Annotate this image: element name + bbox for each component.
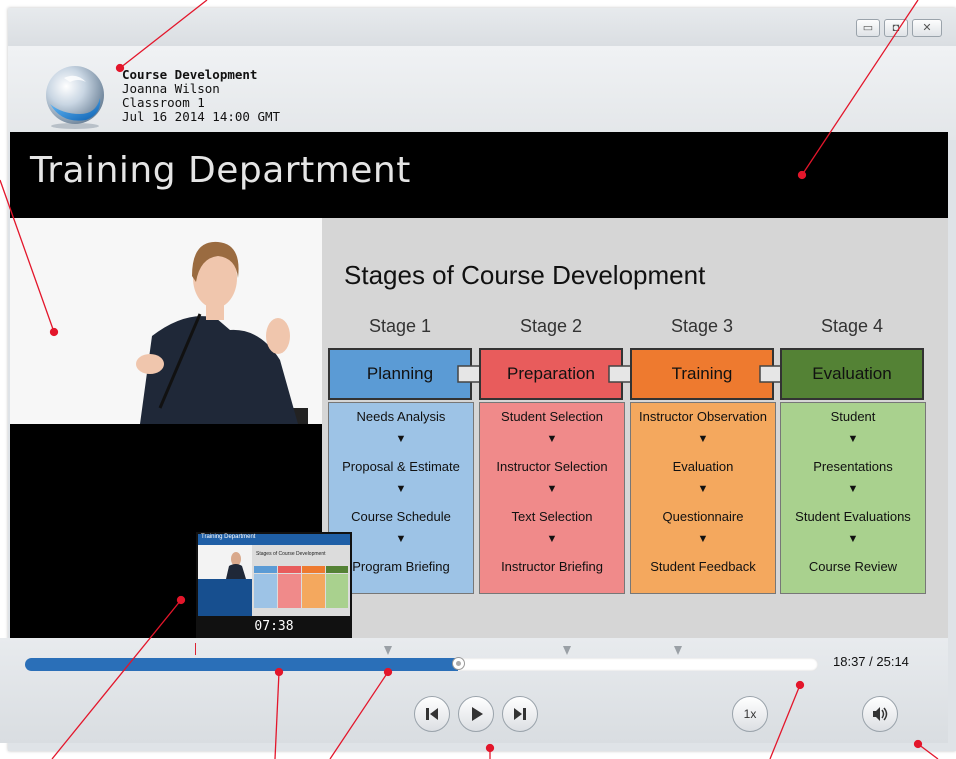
down-arrow-icon: ▼ — [697, 483, 709, 495]
down-arrow-icon: ▼ — [395, 483, 407, 495]
stage-step: Evaluation — [672, 459, 734, 474]
chapter-marker[interactable] — [563, 646, 571, 655]
minimize-button[interactable]: ▭ — [856, 19, 880, 37]
stage-label: Stage 3 — [670, 316, 734, 336]
down-arrow-icon: ▼ — [697, 433, 709, 445]
course-title: Course Development — [122, 67, 258, 82]
chapter-marker[interactable] — [384, 646, 392, 655]
stage-step: Student Selection — [501, 409, 603, 424]
stage-step: Course Schedule — [351, 509, 451, 524]
course-info: Course Development Joanna Wilson Classro… — [122, 68, 280, 124]
play-icon — [472, 707, 483, 721]
instructor-name: Joanna Wilson — [122, 81, 220, 96]
down-arrow-icon: ▼ — [847, 483, 859, 495]
department-title: Training Department — [30, 150, 411, 191]
stage-step: Questionnaire — [662, 509, 744, 524]
time-display: 18:37 / 25:14 — [833, 654, 909, 669]
slide-panel: Stages of Course Development Stage 1 Plan… — [322, 218, 948, 638]
down-arrow-icon: ▼ — [847, 533, 859, 545]
down-arrow-icon: ▼ — [546, 533, 558, 545]
logo-icon — [46, 66, 104, 129]
session-datetime: Jul 16 2014 14:00 GMT — [122, 109, 281, 124]
speed-button[interactable]: 1x — [732, 696, 768, 732]
stage-steps: Student ▼ Presentations ▼ Student Evaluation… — [780, 402, 926, 594]
speaker-video — [10, 218, 322, 424]
start-marker — [195, 643, 196, 655]
title-bar: ▭ ◘ ✕ — [8, 8, 956, 46]
stage-step: Proposal & Estimate — [342, 459, 460, 474]
chapter-marker[interactable] — [674, 646, 682, 655]
course-header: Course Development Joanna Wilson Classro… — [8, 46, 956, 140]
thumbnail-preview: Training Department Stages of Course Dev… — [196, 532, 352, 645]
stage-step: Instructor Observation — [639, 409, 767, 424]
presentation-area: Stages of Course Development Stage 1 Plan… — [10, 218, 948, 638]
stage-step: Student — [830, 409, 876, 424]
stage-step: Student Feedback — [650, 559, 756, 574]
play-button[interactable] — [458, 696, 494, 732]
playback-controls: 18:37 / 25:14 1x — [0, 638, 948, 743]
thumbnail-image — [198, 534, 350, 616]
stage-step: Text Selection — [511, 509, 593, 524]
stage-step: Course Review — [808, 559, 898, 574]
seek-bar-handle[interactable] — [452, 657, 465, 670]
close-icon: ✕ — [922, 22, 932, 34]
stage-step: Student Evaluations — [795, 509, 911, 524]
down-arrow-icon: ▼ — [546, 433, 558, 445]
close-button[interactable]: ✕ — [912, 19, 942, 37]
speaker-icon — [873, 707, 888, 721]
classroom-name: Classroom 1 — [122, 95, 205, 110]
thumbnail-slide-title: Stages of Course Development — [256, 551, 326, 557]
skip-back-icon — [426, 708, 438, 720]
department-banner: Training Department — [10, 132, 948, 218]
stage-label: Stage 2 — [519, 316, 583, 336]
restore-icon: ◘ — [892, 22, 900, 34]
slide-title: Stages of Course Development — [344, 260, 706, 290]
skip-forward-icon — [514, 708, 526, 720]
stage-steps: Student Selection ▼ Instructor Selection ▼ T… — [479, 402, 625, 594]
stage-heading: Planning — [328, 348, 472, 400]
down-arrow-icon: ▼ — [847, 433, 859, 445]
stage-steps: Instructor Observation ▼ Evaluation ▼ Questi… — [630, 402, 776, 594]
previous-button[interactable] — [414, 696, 450, 732]
minimize-icon: ▭ — [862, 22, 874, 34]
stage-label: Stage 4 — [820, 316, 884, 336]
stage-step: Instructor Selection — [496, 459, 608, 474]
stage-heading: Evaluation — [780, 348, 924, 400]
down-arrow-icon: ▼ — [546, 483, 558, 495]
volume-button[interactable] — [862, 696, 898, 732]
next-button[interactable] — [502, 696, 538, 732]
restore-button[interactable]: ◘ — [884, 19, 908, 37]
stage-heading: Training — [630, 348, 774, 400]
stage-label: Stage 1 — [368, 316, 432, 336]
thumbnail-time: 07:38 — [254, 619, 294, 634]
thumbnail-title: Training Department — [201, 534, 256, 540]
down-arrow-icon: ▼ — [395, 433, 407, 445]
stage-step: Needs Analysis — [356, 409, 446, 424]
stage-step: Presentations — [813, 459, 893, 474]
seek-bar-played — [25, 658, 458, 671]
stage-step: Instructor Briefing — [501, 559, 603, 574]
speed-label: 1x — [743, 707, 757, 721]
stage-heading: Preparation — [479, 348, 623, 400]
seek-bar[interactable] — [25, 657, 818, 671]
down-arrow-icon: ▼ — [697, 533, 709, 545]
speaker-image — [10, 218, 322, 424]
